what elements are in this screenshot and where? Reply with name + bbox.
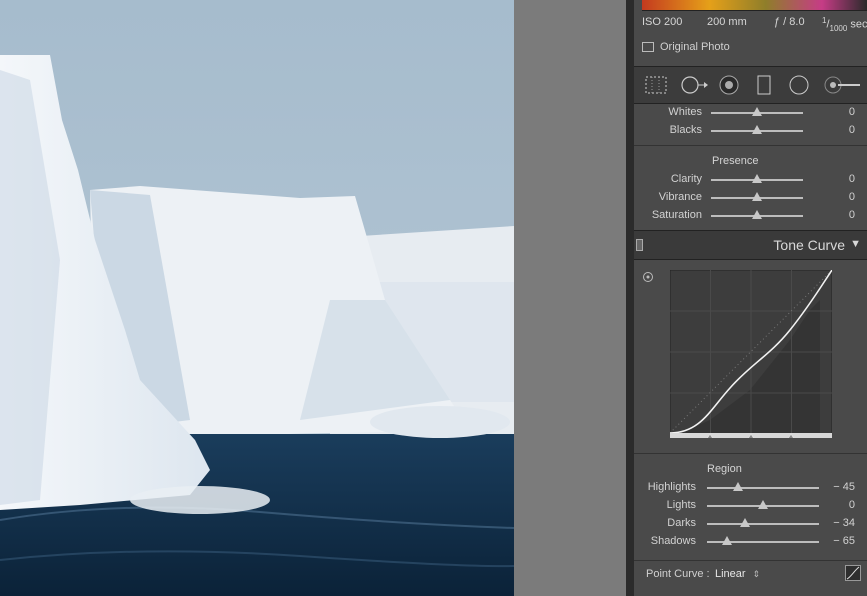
presence-title: Presence: [712, 155, 759, 167]
slider-row: Blacks 0: [634, 123, 867, 139]
slider-value[interactable]: 0: [849, 173, 855, 185]
slider-row: Highlights − 45: [634, 480, 867, 496]
slider-label: Whites: [668, 106, 702, 118]
slider-thumb[interactable]: [740, 518, 751, 527]
collapse-triangle-icon[interactable]: ▼: [850, 238, 861, 250]
slider-track[interactable]: [707, 523, 819, 525]
slider-value[interactable]: − 34: [833, 517, 855, 529]
slider-value[interactable]: 0: [849, 106, 855, 118]
slider-label: Darks: [667, 517, 696, 529]
slider-value[interactable]: 0: [849, 499, 855, 511]
shutter-denominator: 1000: [829, 23, 848, 33]
tone-curve-header[interactable]: Tone Curve ▼: [634, 230, 867, 260]
panel-divider[interactable]: [626, 0, 634, 596]
photo-image: [0, 0, 514, 596]
spot-removal-icon[interactable]: [680, 75, 710, 95]
point-curve-value: Linear: [715, 568, 746, 580]
select-arrows-icon: ⇕: [752, 569, 761, 579]
slider-thumb[interactable]: [733, 482, 744, 491]
original-photo-checkbox[interactable]: [642, 42, 654, 52]
iso-value: ISO 200: [642, 16, 683, 28]
histogram[interactable]: [642, 0, 867, 11]
point-curve-label: Point Curve :: [646, 568, 710, 580]
original-photo-label: Original Photo: [660, 41, 730, 53]
shutter-numerator: 1: [822, 16, 827, 25]
slider-value[interactable]: 0: [849, 209, 855, 221]
slider-row: Whites 0: [634, 105, 867, 121]
slider-label: Blacks: [669, 124, 702, 136]
slider-row: Lights 0: [634, 498, 867, 514]
slider-row: Saturation 0: [634, 208, 867, 224]
graduated-filter-icon[interactable]: [756, 75, 772, 97]
section-divider: [634, 145, 867, 146]
canvas-background: [514, 0, 626, 596]
slider-row: Vibrance 0: [634, 190, 867, 206]
slider-label: Highlights: [647, 481, 696, 493]
edit-point-curve-icon[interactable]: [845, 565, 861, 581]
slider-value[interactable]: 0: [849, 124, 855, 136]
slider-label: Lights: [666, 499, 696, 511]
slider-row: Clarity 0: [634, 172, 867, 188]
slider-row: Shadows − 65: [634, 534, 867, 550]
slider-thumb[interactable]: [752, 192, 762, 201]
target-adjustment-icon[interactable]: [642, 271, 654, 283]
shutter-unit: sec: [850, 18, 867, 31]
photo-preview[interactable]: [0, 0, 514, 596]
tool-strip: [634, 66, 867, 104]
section-divider: [634, 453, 867, 454]
slider-value[interactable]: − 65: [833, 535, 855, 547]
slider-thumb[interactable]: [752, 210, 762, 219]
slider-label: Vibrance: [658, 191, 702, 203]
slider-label: Clarity: [670, 173, 702, 185]
tone-curve-title: Tone Curve: [773, 237, 845, 253]
slider-label: Saturation: [651, 209, 702, 221]
red-eye-icon[interactable]: [718, 75, 740, 97]
slider-row: Darks − 34: [634, 516, 867, 532]
point-curve-select[interactable]: Linear ⇕: [715, 568, 760, 580]
develop-right-panel: ISO 200 200 mm ƒ / 8.0 1/1000 sec Origin…: [634, 0, 867, 596]
slider-thumb[interactable]: [752, 174, 762, 183]
crop-overlay-icon[interactable]: [644, 75, 668, 95]
aperture-value: ƒ / 8.0: [774, 16, 805, 28]
radial-filter-icon[interactable]: [788, 75, 810, 97]
slider-track[interactable]: [707, 487, 819, 489]
slider-thumb[interactable]: [758, 500, 768, 509]
region-title: Region: [707, 463, 742, 475]
focal-length-value: 200 mm: [707, 16, 747, 28]
shutter-value: 1/1000 sec: [822, 16, 867, 33]
slider-value[interactable]: 0: [849, 191, 855, 203]
original-photo-toggle[interactable]: Original Photo: [642, 41, 730, 53]
slider-thumb[interactable]: [722, 536, 733, 545]
slider-label: Shadows: [650, 535, 696, 547]
slider-thumb[interactable]: [752, 107, 762, 116]
adjustment-brush-icon[interactable]: [824, 75, 864, 97]
tone-curve-graph[interactable]: [670, 270, 832, 438]
point-curve-row: Point Curve : Linear ⇕: [634, 560, 867, 589]
slider-thumb[interactable]: [752, 125, 762, 134]
slider-value[interactable]: − 45: [833, 481, 855, 493]
panel-toggle-icon[interactable]: [636, 239, 643, 251]
